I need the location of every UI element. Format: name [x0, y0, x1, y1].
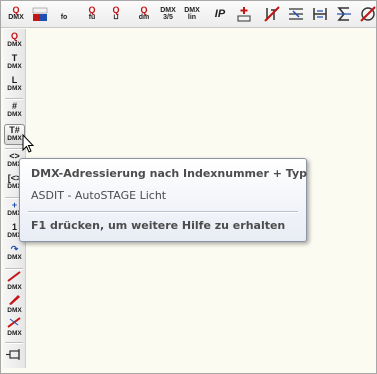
frame-icon	[313, 8, 327, 20]
toolbar-button-dmx-3-5[interactable]: DMX 3/5	[157, 3, 179, 25]
toolbar-button-strike[interactable]	[261, 3, 283, 25]
toolbar-button-dmx-lin[interactable]: DMX lin	[181, 3, 203, 25]
vbar-button-label: DMX	[7, 63, 22, 70]
q-glyph-icon: Q	[140, 5, 148, 15]
pin-icon	[6, 349, 20, 360]
top-toolbar: QDMX ​fo Qfu Q⊔ Qdm DMX3/5 DMXlin	[1, 1, 376, 28]
toolbar-button-q-bracket[interactable]: Q ⊔	[105, 3, 127, 25]
vbar-separator	[5, 148, 23, 149]
toolbar-group-func: Qfu Q ⊔	[80, 2, 128, 26]
toolbar-button-label: dm	[138, 14, 150, 21]
vbar-button-label: DMX	[7, 111, 22, 118]
toolbar-button-dmx-color[interactable]	[29, 3, 51, 25]
toolbar-button-align-lines[interactable]	[285, 3, 307, 25]
vbar-button-label: DMX	[7, 307, 22, 314]
vbar-button-dmx-q[interactable]: Q DMX	[4, 31, 25, 52]
vbar-button-pin[interactable]	[4, 345, 25, 366]
bracket-icon: ⊔	[113, 14, 119, 21]
vbar-button-label: DMX	[7, 284, 22, 291]
tooltip-divider	[28, 211, 298, 212]
toolbar-button-cancel[interactable]	[357, 3, 377, 25]
strike-red-icon	[7, 271, 21, 282]
tooltip-help: F1 drücken, um weitere Hilfe zu erhalten	[31, 219, 286, 232]
hash-glyph-icon: #	[11, 101, 17, 111]
q-glyph-icon: ​	[61, 7, 68, 14]
ip-label: IP	[214, 7, 226, 20]
toolbar-button-label: 3/5	[163, 14, 173, 21]
tooltip-title: DMX-Adressierung nach Indexnummer + Typ	[31, 167, 307, 180]
q-glyph-icon: Q	[10, 31, 18, 41]
toolbar-group-edit	[260, 2, 377, 26]
vbar-button-label: DMX	[7, 41, 22, 48]
vbar-button-dmx-remove-3[interactable]: DMX	[4, 317, 25, 338]
vbar-button-label: DMX	[7, 135, 22, 142]
vbar-button-dmx-remove[interactable]: DMX	[4, 271, 25, 292]
q-glyph-icon: Q	[12, 5, 20, 15]
toolbar-button-dmx-q[interactable]: Q DMX	[5, 3, 27, 25]
vbar-separator	[5, 98, 23, 99]
toolbar-button-dm[interactable]: Qdm	[133, 3, 155, 25]
strike-red-alt-icon	[7, 317, 21, 328]
toolbar-button-top: DMX	[184, 7, 200, 14]
toolbar-button-plus[interactable]	[233, 3, 255, 25]
strike-icon	[264, 6, 280, 22]
tooltip: DMX-Adressierung nach Indexnummer + Typ …	[19, 158, 307, 242]
vbar-separator	[5, 342, 23, 343]
q-glyph-icon: Q	[88, 5, 96, 15]
cancel-icon	[360, 6, 376, 22]
vbar-button-label: DMX	[7, 254, 22, 261]
toolbar-button-frame[interactable]	[309, 3, 331, 25]
toolbar-button-sigma[interactable]	[333, 3, 355, 25]
toolbar-button-ip[interactable]: IP	[209, 3, 231, 25]
toolbar-button-label: fo	[60, 14, 68, 21]
sigma-icon	[337, 7, 351, 21]
add-plus-icon	[237, 7, 251, 22]
toolbar-button-label: DMX	[8, 14, 24, 21]
toolbar-group-dm: Qdm DMX 3/5 DMX lin	[132, 2, 204, 26]
toolbar-group-ip: IP	[208, 2, 256, 26]
toolbar-group-dmx: QDMX ​fo	[4, 2, 76, 26]
l-glyph-icon: L	[11, 75, 18, 85]
dmx-color-icon	[32, 7, 48, 21]
toolbar-button-label: lin	[187, 14, 197, 21]
vbar-button-dmx-l[interactable]: L DMX	[4, 75, 25, 96]
vbar-button-dmx-remove-2[interactable]: DMX	[4, 294, 25, 315]
toolbar-button-fo[interactable]: ​fo	[53, 3, 75, 25]
mouse-cursor-icon	[22, 134, 35, 153]
redo-arrow-icon: ↷	[10, 244, 19, 254]
tooltip-subtitle: ASDIT - AutoSTAGE Licht	[31, 189, 167, 202]
toolbar-button-fu[interactable]: Qfu	[81, 3, 103, 25]
vbar-button-dmx-t[interactable]: T DMX	[4, 53, 25, 74]
q-glyph-icon: Q	[112, 5, 120, 15]
vbar-button-dmx-redo[interactable]: ↷ DMX	[4, 244, 25, 265]
vbar-button-dmx-hash[interactable]: # DMX	[4, 101, 25, 122]
t-glyph-icon: T	[11, 53, 18, 63]
vbar-button-label: DMX	[7, 330, 22, 337]
vbar-button-label: DMX	[7, 85, 22, 92]
pencil-red-icon	[9, 295, 20, 305]
toolbar-button-top: DMX	[160, 7, 176, 14]
vbar-separator	[5, 268, 23, 269]
toolbar-button-label: fu	[88, 14, 96, 21]
align-lines-icon	[289, 8, 303, 20]
